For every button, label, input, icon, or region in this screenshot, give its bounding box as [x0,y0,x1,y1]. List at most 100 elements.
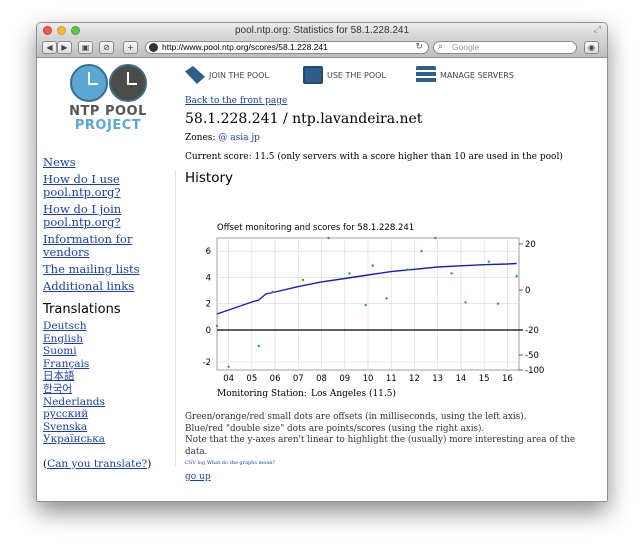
offset-chart: Offset monitoring and scores for 58.1.22… [183,220,583,400]
offset-dot [487,260,490,263]
zone-link[interactable]: jp [251,133,260,143]
language-link[interactable]: Deutsch [43,320,173,333]
x-tick-label: 16 [502,374,513,384]
address-text: http://www.pool.ntp.org/scores/58.1.228.… [162,42,328,52]
handshake-icon [185,66,205,84]
back-to-front-link[interactable]: Back to the front page [185,96,287,106]
x-tick-label: 04 [223,374,234,384]
offset-dot [515,274,518,278]
window-title: pool.ntp.org: Statistics for 58.1.228.24… [235,25,409,36]
station-name: Los Angeles (11.5) [311,388,396,399]
y-left-tick-label: 4 [206,273,211,283]
browser-window: pool.ntp.org: Statistics for 58.1.228.24… [36,22,608,502]
ntp-pool-logo[interactable]: NTP POOL PROJECT [67,64,149,146]
sidebar-link-mailing-lists[interactable]: The mailing lists [43,263,173,276]
nav-manage-servers[interactable]: MANAGE SERVERS [416,64,514,86]
page-content: NTP POOL PROJECT JOIN THE POOL USE THE P… [37,58,607,501]
nav-join-label: JOIN THE POOL [209,70,269,80]
offset-dot [364,303,367,307]
offset-chart-svg: Offset monitoring and scores for 58.1.22… [203,223,545,399]
zones-label: Zones: [185,133,216,143]
offset-dot [496,302,500,305]
language-link[interactable]: русский [43,408,173,421]
x-tick-label: 13 [432,374,443,384]
language-link[interactable]: Svenska [43,421,173,434]
sidebar-link-vendors[interactable]: Information for vendors [43,233,173,259]
offset-dot [257,344,261,348]
reader-icon[interactable]: ▣ [78,41,93,54]
y-right-tick-label: 20 [525,240,536,250]
sidebar: News How do I use pool.ntp.org? How do I… [43,156,173,471]
search-icon: ⌕ [438,42,444,52]
x-tick-label: 08 [316,374,327,384]
translate-link[interactable]: Can you translate? [47,458,147,470]
translate-paren-close: ) [147,457,152,470]
language-link[interactable]: Suomi [43,345,173,358]
x-tick-label: 05 [246,374,257,384]
language-link[interactable]: Français [43,358,173,371]
back-button[interactable]: ◀ [42,41,57,54]
logo-text: NTP POOL [69,104,147,119]
offset-dot [420,249,423,253]
zones-line: Zones: @ asia jp [185,133,600,143]
offset-dot [464,301,467,304]
add-bookmark-button[interactable]: + [123,41,138,54]
site-icon [149,43,158,52]
y-left-tick-label: -2 [203,358,211,368]
search-placeholder: Google [452,42,480,52]
y-right-tick-label: -100 [525,366,544,376]
zone-link[interactable]: asia [230,133,248,143]
chart-title: Offset monitoring and scores for 58.1.22… [217,223,414,233]
x-tick-label: 07 [293,374,304,384]
downloads-icon[interactable]: ◉ [584,41,599,54]
title-bar: pool.ntp.org: Statistics for 58.1.228.24… [37,23,607,39]
language-link[interactable]: Nederlands [43,396,173,409]
fullscreen-icon[interactable]: ⤢ [594,25,601,35]
page-title: 58.1.228.241 / ntp.lavandeira.net [185,111,423,127]
note-line: Green/orange/red small dots are offsets … [185,412,527,422]
x-tick-label: 15 [479,374,490,384]
monitor-icon [303,66,323,84]
sidebar-link-how-to-use[interactable]: How do I use pool.ntp.org? [43,173,173,199]
offset-dot [450,272,453,275]
sidebar-link-how-to-join[interactable]: How do I join pool.ntp.org? [43,203,173,229]
offset-dot [271,290,274,294]
chart-notes: Green/orange/red small dots are offsets … [185,412,595,458]
x-tick-label: 14 [456,374,467,384]
go-up-link[interactable]: go up [185,472,211,482]
nav-join-the-pool[interactable]: JOIN THE POOL [185,64,269,86]
history-heading: History [185,170,234,186]
current-score: Current score: 11.5 (only servers with a… [185,152,563,162]
language-link[interactable]: Українська [43,433,173,446]
language-link[interactable]: English [43,333,173,346]
offset-dot [227,365,230,368]
clock-icon [109,64,147,102]
note-line: Note that the y-axes aren't linear to hi… [185,435,576,457]
x-tick-label: 11 [386,374,397,384]
zone-link[interactable]: @ [218,133,227,143]
reload-icon[interactable]: ↻ [415,42,423,53]
offset-dot [215,324,219,328]
csv-log-links[interactable]: CSV log What do the graphs mean? [185,460,275,466]
address-bar[interactable]: http://www.pool.ntp.org/scores/58.1.228.… [145,41,429,54]
forward-button[interactable]: ▶ [57,41,72,54]
offset-dot [434,236,437,240]
logo-text-project: PROJECT [74,118,142,133]
y-left-tick-label: 0 [206,326,211,336]
nav-use-the-pool[interactable]: USE THE POOL [303,64,386,86]
language-link[interactable]: 한국어 [43,383,173,396]
note-line: Blue/red "double size" dots are points/s… [185,423,485,434]
station-label: Monitoring Station: [217,389,307,399]
x-tick-label: 12 [409,374,420,384]
sidebar-link-additional[interactable]: Additional links [43,280,173,293]
browser-toolbar: ◀ ▶ ▣ ⊘ + http://www.pool.ntp.org/scores… [37,39,607,58]
y-right-tick-label: -50 [525,351,539,361]
sidebar-link-news[interactable]: News [43,156,173,169]
y-left-tick-label: 6 [206,247,211,257]
offset-dot [327,236,330,240]
language-link[interactable]: 日本語 [43,370,173,383]
search-field[interactable]: ⌕ Google [433,41,577,54]
offset-dot [371,264,374,267]
share-icon[interactable]: ⊘ [99,41,114,54]
x-tick-label: 06 [270,374,281,384]
